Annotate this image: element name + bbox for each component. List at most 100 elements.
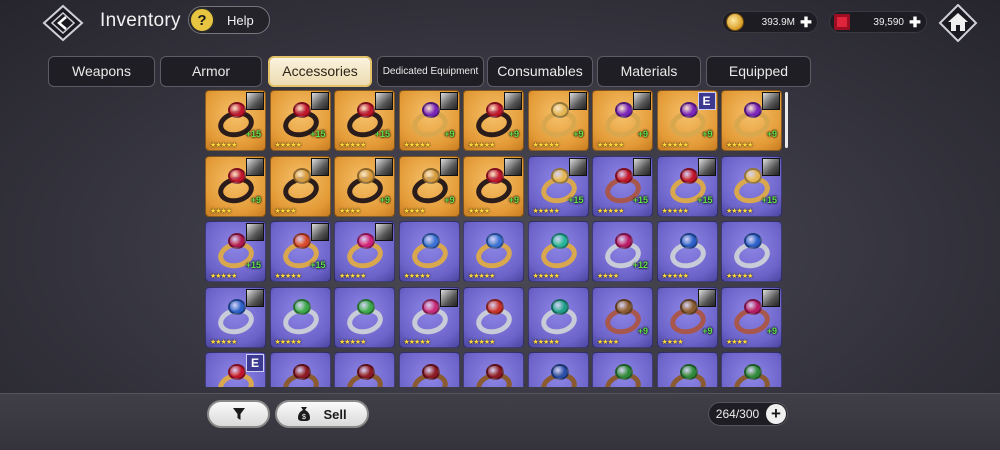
star-rating: ★★★★ (274, 207, 297, 215)
inventory-slot[interactable]: +15 ★★★★★ (527, 155, 589, 217)
equipped-hero-portrait (375, 157, 393, 176)
inventory-slot[interactable]: ★★★★ (463, 352, 524, 387)
gold-coin-icon (726, 13, 744, 31)
inventory-slot[interactable]: ★★★★★ (398, 286, 460, 348)
upgrade-level: +15 (632, 194, 648, 205)
gemstone-icon (228, 233, 246, 249)
equipped-hero-portrait (697, 157, 716, 176)
star-rating: ★★★★★ (726, 142, 753, 149)
inventory-slot[interactable]: +15 ★★★★★ (656, 155, 718, 217)
inventory-slot[interactable]: +9 ★★★★★ (592, 90, 653, 151)
inventory-slot[interactable]: ★★★★ (721, 352, 782, 387)
gemstone-icon (550, 364, 569, 380)
inventory-slot[interactable]: +15 ★★★★★ (334, 90, 395, 151)
inventory-slot[interactable]: +9 ★★★★ (592, 286, 653, 348)
equipped-hero-portrait (504, 157, 522, 176)
inventory-slot[interactable]: ★★★★ (656, 352, 718, 387)
tab-dedicated-equipment[interactable]: Dedicated Equipment (377, 56, 484, 87)
star-rating: ★★★★★ (532, 338, 560, 346)
tab-armor[interactable]: Armor (160, 56, 262, 87)
inventory-slot[interactable]: +9 ★★★★ (398, 155, 460, 217)
tab-equipped[interactable]: Equipped (706, 56, 811, 87)
equipped-hero-portrait (762, 288, 780, 307)
gemstone-icon (357, 102, 375, 118)
inventory-slot[interactable]: ★★★★★ (463, 286, 524, 348)
inventory-slot[interactable]: E +9 ★★★★★ (656, 90, 718, 151)
gemstone-icon (421, 102, 440, 118)
gemstone-icon (615, 233, 633, 249)
add-gem-icon[interactable]: ✚ (908, 15, 922, 29)
inventory-slot[interactable]: ★★★★ (269, 155, 331, 217)
back-button[interactable] (42, 4, 84, 42)
inventory-slot[interactable]: ★★★★★ (269, 286, 331, 348)
inventory-slot[interactable]: +15 ★★★★★ (269, 90, 331, 151)
star-rating: ★★★★★ (661, 207, 689, 215)
back-diamond-icon (42, 4, 84, 42)
upgrade-level: +9 (637, 325, 648, 336)
star-rating: ★★★★ (726, 338, 748, 346)
tab-weapons[interactable]: Weapons (48, 56, 155, 87)
inventory-slot[interactable]: +9 ★★★★ (463, 155, 524, 217)
filter-button[interactable] (207, 400, 270, 428)
upgrade-level: +15 (697, 194, 713, 205)
inventory-slot[interactable]: ★★★★★ (398, 221, 460, 282)
home-button[interactable] (938, 4, 978, 42)
inventory-slot[interactable]: ★★★★★ (334, 286, 395, 348)
capacity-value: 264/300 (715, 407, 760, 421)
star-rating: ★★★★★ (210, 338, 237, 346)
upgrade-level: +9 (250, 194, 261, 205)
inventory-slot[interactable]: +15 ★★★★★ (721, 155, 782, 217)
gemstone-icon (292, 167, 311, 184)
upgrade-level: +9 (379, 194, 390, 205)
expand-capacity-icon[interactable]: + (766, 404, 786, 424)
inventory-slot[interactable]: +15 ★★★★★ (205, 221, 266, 282)
inventory-slot[interactable]: +15 ★★★★★ (269, 221, 331, 282)
tab-accessories[interactable]: Accessories (268, 56, 372, 87)
gemstone-icon (357, 167, 375, 184)
inventory-slot[interactable]: ★★★★★ (463, 221, 524, 282)
gemstone-icon (615, 364, 633, 380)
grid-scrollbar[interactable] (785, 92, 788, 148)
tab-consumables[interactable]: Consumables (487, 56, 593, 87)
help-button[interactable]: ? Help (188, 6, 270, 34)
inventory-slot[interactable]: ★★★★★ (334, 221, 395, 282)
inventory-slot[interactable]: ★★★★★ (205, 286, 266, 348)
inventory-slot[interactable]: ★★★★ (269, 352, 331, 387)
inventory-slot[interactable]: +9 ★★★★ (334, 155, 395, 217)
inventory-slot[interactable]: +9 ★★★★ (656, 286, 718, 348)
inventory-slot[interactable]: +9 ★★★★ (205, 155, 266, 217)
gemstone-icon (679, 167, 698, 184)
star-rating: ★★★★★ (274, 273, 302, 280)
inventory-slot[interactable]: ★★★★ (398, 352, 460, 387)
inventory-slot[interactable]: E★★★★ (205, 352, 266, 387)
inventory-slot[interactable]: ★★★★★ (721, 221, 782, 282)
inventory-slot[interactable]: +9 ★★★★★ (527, 90, 589, 151)
inventory-slot[interactable]: ★★★★★ (656, 221, 718, 282)
inventory-slot[interactable]: +15 ★★★★★ (592, 155, 653, 217)
sell-button[interactable]: $ Sell (275, 400, 369, 428)
gemstone-icon (486, 167, 504, 184)
equipped-hero-portrait (246, 157, 264, 176)
star-rating: ★★★★★ (210, 142, 237, 149)
equipped-hero-portrait (439, 288, 458, 307)
add-gold-icon[interactable]: ✚ (799, 15, 813, 29)
inventory-slot[interactable]: +9 ★★★★★ (721, 90, 782, 151)
equipped-hero-portrait (375, 92, 393, 110)
inventory-slot[interactable]: ★★★★★ (527, 286, 589, 348)
equipped-hero-portrait (697, 288, 716, 307)
star-rating: ★★★★★ (532, 207, 560, 215)
inventory-slot[interactable]: +9 ★★★★ (721, 286, 782, 348)
inventory-slot[interactable]: ★★★★ (592, 352, 653, 387)
inventory-slot[interactable]: +9 ★★★★★ (398, 90, 460, 151)
tab-materials[interactable]: Materials (597, 56, 701, 87)
gemstone-icon (357, 364, 375, 380)
inventory-slot[interactable]: ★★★★ (527, 352, 589, 387)
equipped-hero-portrait (568, 92, 587, 110)
equipped-hero-portrait (633, 157, 651, 176)
inventory-slot[interactable]: +15 ★★★★★ (205, 90, 266, 151)
gemstone-icon (679, 364, 698, 380)
inventory-slot[interactable]: ★★★★ (334, 352, 395, 387)
inventory-slot[interactable]: ★★★★★ (527, 221, 589, 282)
inventory-slot[interactable]: +12 ★★★★ (592, 221, 653, 282)
inventory-slot[interactable]: +9 ★★★★★ (463, 90, 524, 151)
